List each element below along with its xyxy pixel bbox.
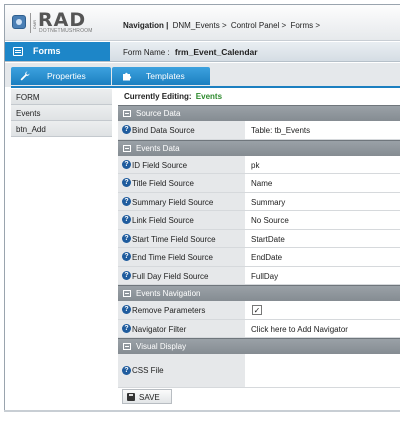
tabs-row: Properties Templates [5, 63, 400, 87]
property-value-bind-data-source[interactable]: Table: tb_Events [246, 121, 400, 139]
help-icon[interactable]: ? [122, 215, 131, 224]
logo-divider [30, 13, 31, 33]
dnm-logo-icon [12, 15, 26, 29]
property-row: ? Remove Parameters ✓ [118, 301, 400, 320]
form-name-label: Form Name : [123, 48, 170, 57]
help-icon[interactable]: ? [122, 159, 131, 169]
app-frame: DMR RAD DOTNETMUSHROOM Navigation | DNM_… [4, 4, 400, 411]
property-label: ? Full Day Field Source [118, 266, 245, 284]
help-icon[interactable]: ? [122, 366, 131, 375]
section-title: Events Data [136, 143, 180, 153]
save-label: SAVE [139, 393, 160, 402]
help-icon[interactable]: ? [122, 233, 131, 243]
collapse-icon[interactable] [123, 110, 131, 117]
forms-module-tab[interactable]: Forms [5, 42, 110, 61]
help-icon[interactable]: ? [122, 196, 131, 206]
property-row: ? Start Time Field Source StartDate [118, 229, 400, 248]
tab-templates-label: Templates [146, 71, 185, 81]
property-value-id-field[interactable]: pk [246, 156, 400, 174]
floppy-disk-icon [127, 393, 135, 401]
breadcrumb-label: Navigation | [123, 21, 169, 30]
save-button[interactable]: SAVE [122, 389, 172, 404]
help-icon[interactable]: ? [122, 125, 131, 134]
properties-panel: Currently Editing: Events Source Data ? B… [118, 89, 400, 409]
property-row: ? Bind Data Source Table: tb_Events [118, 121, 400, 140]
puzzle-icon [123, 72, 132, 81]
property-label: ? Link Field Source [118, 211, 245, 229]
property-row: ? Link Field Source No Source [118, 211, 400, 230]
sidebar-item-form[interactable]: FORM [11, 89, 112, 105]
save-row: SAVE [118, 386, 400, 408]
add-navigator-link[interactable]: Click here to Add Navigator [246, 320, 400, 338]
help-icon[interactable]: ? [122, 178, 131, 187]
header-bar: DMR RAD DOTNETMUSHROOM Navigation | DNM_… [5, 5, 400, 41]
property-label: ? Summary Field Source [118, 192, 245, 210]
breadcrumb-item-control-panel[interactable]: Control Panel > [231, 21, 286, 30]
tab-properties-label: Properties [47, 71, 86, 81]
bottom-border [4, 410, 400, 412]
help-icon[interactable]: ? [122, 305, 131, 314]
tab-properties[interactable]: Properties [11, 67, 111, 85]
tab-templates[interactable]: Templates [112, 67, 210, 85]
breadcrumb: Navigation | DNM_Events > Control Panel … [123, 21, 322, 30]
property-value-link-field[interactable]: No Source [246, 211, 400, 229]
css-file-field[interactable] [246, 354, 400, 387]
property-label: ? Start Time Field Source [118, 229, 245, 247]
property-label: ? CSS File [118, 354, 245, 387]
section-header-visual-display[interactable]: Visual Display [118, 338, 400, 354]
remove-parameters-checkbox[interactable]: ✓ [252, 305, 262, 315]
property-label: ? Title Field Source [118, 174, 245, 192]
logo-side-text: DMR [32, 20, 37, 30]
property-value-summary-field[interactable]: Summary [246, 193, 400, 211]
currently-editing: Currently Editing: Events [118, 89, 400, 105]
property-value-full-day-field[interactable]: FullDay [246, 267, 400, 285]
forms-module-label: Forms [33, 46, 61, 56]
form-icon [13, 47, 23, 56]
collapse-icon[interactable] [123, 144, 131, 152]
property-value-remove-parameters [246, 301, 400, 319]
form-name: Form Name : frm_Event_Calendar [123, 47, 258, 57]
property-row: ? Title Field Source Name [118, 174, 400, 193]
logo-sub-text: DOTNETMUSHROOM [39, 28, 93, 34]
section-title: Events Navigation [136, 289, 201, 298]
help-icon[interactable]: ? [122, 270, 131, 280]
title-bar: Forms Form Name : frm_Event_Calendar [5, 42, 400, 62]
wrench-icon [20, 71, 30, 81]
property-label: ? ID Field Source [118, 155, 245, 173]
section-header-events-navigation[interactable]: Events Navigation [118, 285, 400, 301]
property-label: ? Remove Parameters [118, 301, 245, 319]
breadcrumb-item-dnm-events[interactable]: DNM_Events > [173, 21, 227, 30]
property-row: ? CSS File [118, 354, 400, 388]
property-label: ? End Time Field Source [118, 248, 245, 266]
help-icon[interactable]: ? [122, 252, 131, 261]
property-row: ? Summary Field Source Summary [118, 192, 400, 211]
property-row: ? Navigator Filter Click here to Add Navi… [118, 319, 400, 338]
property-row: ? ID Field Source pk [118, 155, 400, 174]
section-title: Source Data [136, 109, 181, 118]
property-label: ? Bind Data Source [118, 121, 245, 139]
collapse-icon[interactable] [123, 290, 131, 297]
sidebar: FORM Events btn_Add [11, 89, 112, 409]
tab-underline [11, 86, 400, 88]
property-value-end-time-field[interactable]: EndDate [246, 248, 400, 266]
breadcrumb-item-forms[interactable]: Forms > [290, 21, 320, 30]
currently-editing-label: Currently Editing: [124, 92, 192, 101]
help-icon[interactable]: ? [122, 323, 131, 333]
form-name-value: frm_Event_Calendar [174, 47, 258, 57]
property-value-start-time-field[interactable]: StartDate [246, 230, 400, 248]
sidebar-item-events[interactable]: Events [11, 105, 112, 121]
property-row: ? End Time Field Source EndDate [118, 248, 400, 267]
currently-editing-value: Events [195, 92, 223, 101]
property-value-title-field[interactable]: Name [246, 174, 400, 192]
property-label: ? Navigator Filter [118, 319, 245, 337]
collapse-icon[interactable] [123, 343, 131, 350]
sidebar-item-btn-add[interactable]: btn_Add [11, 121, 112, 137]
section-header-source-data[interactable]: Source Data [118, 105, 400, 121]
section-header-events-data[interactable]: Events Data [118, 139, 400, 156]
section-title: Visual Display [136, 342, 187, 351]
property-row: ? Full Day Field Source FullDay [118, 266, 400, 285]
